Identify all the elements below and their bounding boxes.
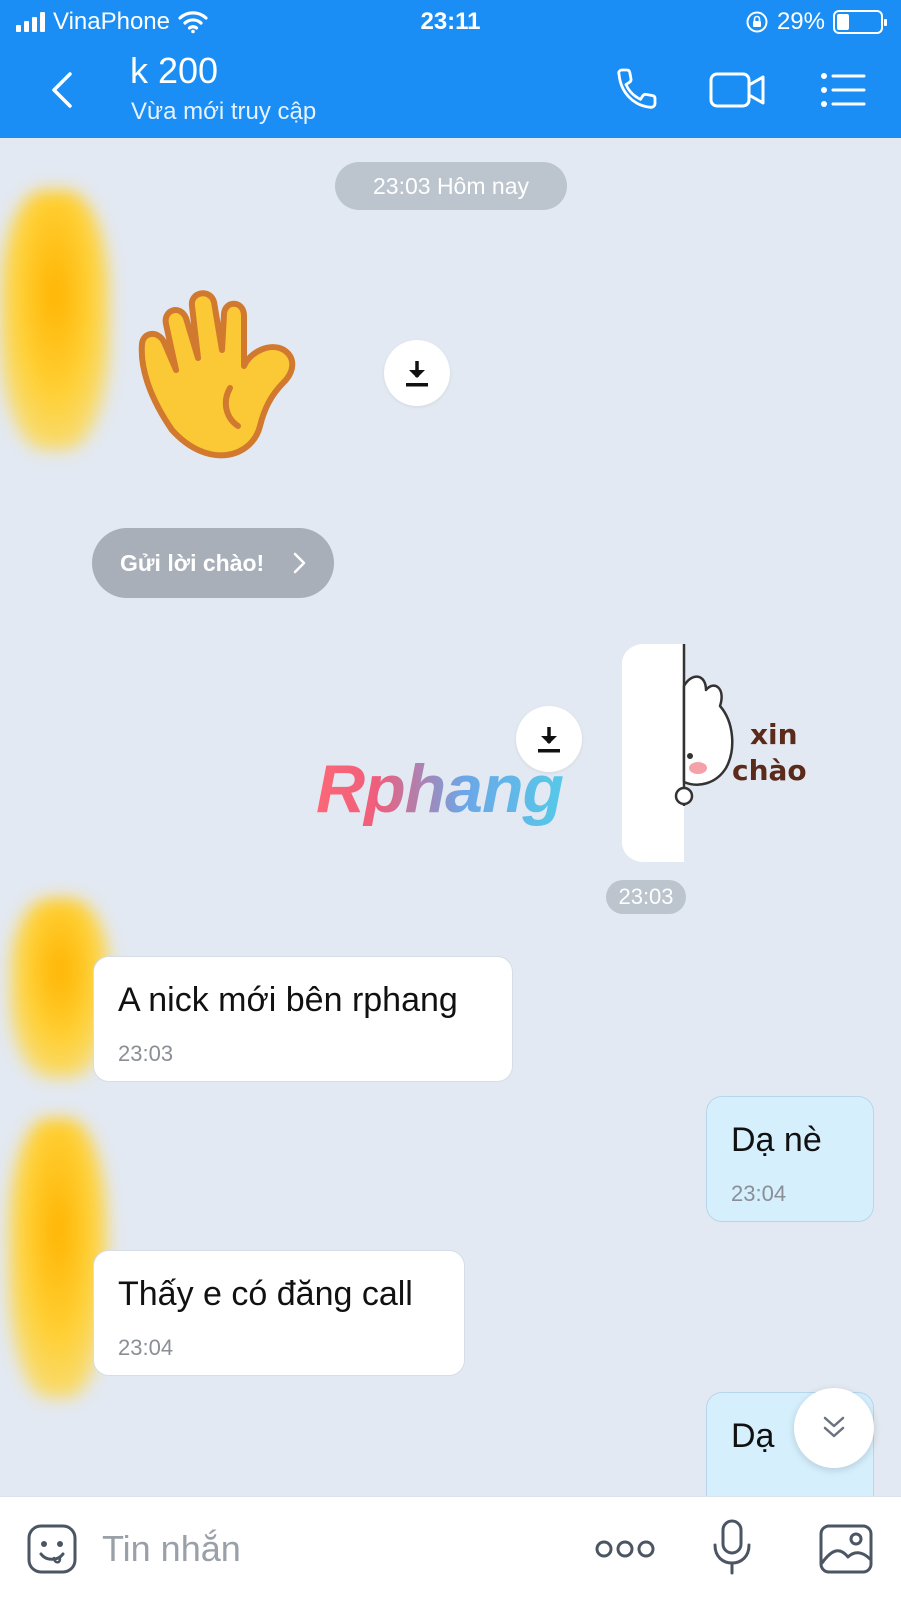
blurred-avatar [0, 190, 110, 450]
greet-button[interactable]: Gửi lời chào! [92, 528, 334, 598]
status-bar: VinaPhone 23:11 29% [0, 0, 901, 44]
message-time: 23:04 [118, 1335, 174, 1360]
chevron-double-down-icon [823, 1416, 845, 1438]
emoji-button[interactable] [26, 1523, 78, 1575]
sticker-text-line2: chào [732, 754, 807, 787]
scroll-to-bottom-button[interactable] [794, 1388, 874, 1468]
image-button[interactable] [818, 1523, 874, 1575]
video-call-button[interactable] [708, 66, 768, 114]
battery-fill [837, 14, 849, 30]
sticker-text-line1: xin [750, 718, 798, 751]
download-icon [406, 361, 428, 387]
time-separator: 23:03 [606, 880, 686, 914]
message-text: Dạ nè [731, 1121, 822, 1159]
battery-percent: 29% [776, 8, 825, 35]
chevron-right-icon [293, 552, 306, 574]
phone-icon [617, 68, 657, 109]
chat-area[interactable]: 23:03 Hôm nay Gửi lời chào! xin chào Rph… [0, 138, 901, 1496]
back-button[interactable] [44, 68, 84, 112]
bunny-icon: xin chào [622, 644, 807, 862]
image-icon [819, 1524, 873, 1574]
message-time: 23:03 [118, 1041, 174, 1066]
mic-icon [713, 1519, 751, 1575]
call-button[interactable] [610, 66, 662, 114]
more-icon [595, 1540, 655, 1558]
rotation-lock-icon [746, 11, 768, 33]
greet-button-label: Gửi lời chào! [120, 550, 265, 576]
back-icon [52, 72, 72, 108]
message-time: 23:04 [731, 1181, 787, 1206]
contact-status: Vừa mới truy cập [131, 98, 317, 125]
wave-hand-icon [138, 290, 296, 459]
voice-button[interactable] [708, 1517, 756, 1577]
emoji-icon [27, 1524, 77, 1574]
message-bubble[interactable]: A nick mới bên rphang 23:03 [93, 956, 513, 1082]
status-right: 29% [745, 8, 887, 36]
message-input-bar: Tin nhắn [0, 1496, 901, 1600]
video-icon [709, 72, 765, 108]
more-button[interactable] [594, 1527, 656, 1571]
watermark: Rphang [316, 751, 564, 827]
message-text: A nick mới bên rphang [118, 981, 458, 1019]
message-input[interactable]: Tin nhắn [102, 1521, 562, 1577]
date-separator: 23:03 Hôm nay [335, 162, 567, 210]
menu-icon [821, 73, 866, 107]
chat-header: k 200 Vừa mới truy cập [0, 44, 901, 138]
message-text: Thấy e có đăng call [118, 1275, 413, 1313]
menu-button[interactable] [818, 66, 870, 114]
message-bubble-outgoing[interactable]: Dạ nè 23:04 [706, 1096, 874, 1222]
contact-name[interactable]: k 200 [130, 50, 218, 92]
message-text: Dạ [731, 1417, 775, 1455]
download-button[interactable] [384, 340, 450, 406]
bunny-sticker[interactable]: xin chào [622, 644, 842, 862]
message-bubble[interactable]: Thấy e có đăng call 23:04 [93, 1250, 465, 1376]
battery-icon [833, 10, 887, 34]
